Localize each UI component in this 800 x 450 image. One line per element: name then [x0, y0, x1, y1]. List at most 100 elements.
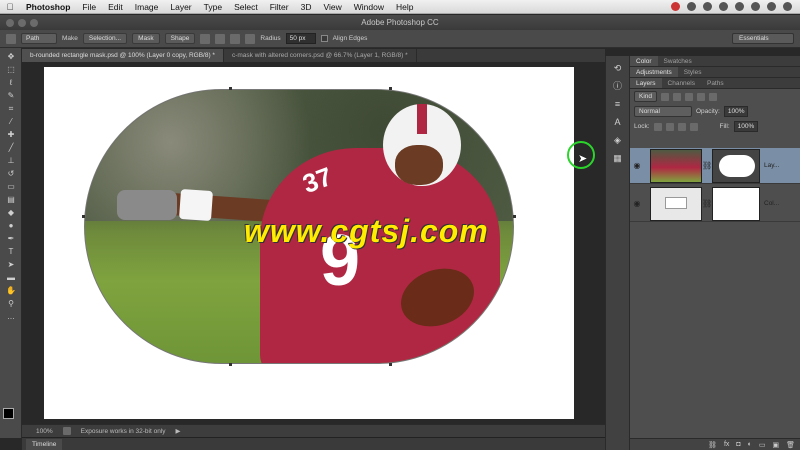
path-alignment-icon[interactable] — [215, 33, 226, 44]
vector-mask-thumbnail[interactable] — [712, 148, 760, 183]
blend-mode-dropdown[interactable]: Normal — [634, 106, 692, 117]
dodge-tool-icon[interactable]: ● — [4, 221, 18, 230]
menu-filter[interactable]: Filter — [264, 2, 295, 12]
shape-button[interactable]: Shape — [164, 33, 196, 44]
add-mask-icon[interactable]: ◘ — [736, 441, 740, 448]
zoom-tool-icon[interactable]: ⚲ — [4, 299, 18, 308]
align-edges-checkbox[interactable] — [320, 35, 328, 42]
menu-layer[interactable]: Layer — [164, 2, 197, 12]
path-anchor[interactable] — [229, 87, 232, 90]
layer-name[interactable]: Lay... — [764, 162, 779, 169]
document-workspace[interactable]: 37 9 www.cgtsj.com ➤ — [22, 62, 605, 424]
new-group-icon[interactable]: ▭ — [759, 441, 766, 449]
menu-view[interactable]: View — [317, 2, 347, 12]
menu-type[interactable]: Type — [198, 2, 228, 12]
tab-paths[interactable]: Paths — [701, 78, 730, 88]
mask-button[interactable]: Mask — [132, 33, 160, 44]
record-icon[interactable] — [671, 2, 680, 11]
menu-photoshop[interactable]: Photoshop — [20, 2, 76, 12]
path-arrangement-icon[interactable] — [230, 33, 241, 44]
eraser-tool-icon[interactable]: ▭ — [4, 182, 18, 191]
layer-style-icon[interactable]: fx — [724, 441, 729, 448]
clock-icon[interactable] — [703, 2, 712, 11]
filter-smart-object-icon[interactable] — [709, 92, 718, 101]
lock-image-icon[interactable] — [665, 122, 674, 131]
document-canvas[interactable]: 37 9 www.cgtsj.com — [44, 67, 574, 419]
menu-edit[interactable]: Edit — [102, 2, 129, 12]
character-icon[interactable]: A — [611, 116, 625, 128]
move-tool-icon[interactable]: ✥ — [4, 52, 18, 61]
new-layer-icon[interactable]: ▣ — [772, 441, 779, 449]
lock-all-icon[interactable] — [689, 122, 698, 131]
layer-row[interactable]: ◉ ⛓ Lay... — [630, 148, 800, 184]
radius-input[interactable]: 50 px — [285, 33, 316, 44]
blur-tool-icon[interactable]: ◆ — [4, 208, 18, 217]
brush-tool-icon[interactable]: ╱ — [4, 143, 18, 152]
path-select-tool-icon[interactable]: ➤ — [4, 260, 18, 269]
layer-row[interactable]: ◉ ⛓ Col... — [630, 186, 800, 222]
tab-styles[interactable]: Styles — [678, 67, 708, 77]
color-swatches[interactable] — [3, 408, 19, 424]
tab-color[interactable]: Color — [630, 56, 658, 66]
path-anchor[interactable] — [82, 215, 85, 218]
apple-menu-icon[interactable]:  — [0, 2, 20, 12]
fill-input[interactable]: 100% — [733, 121, 758, 132]
menu-select[interactable]: Select — [228, 2, 264, 12]
lock-transparent-icon[interactable] — [653, 122, 662, 131]
path-anchor[interactable] — [389, 363, 392, 366]
properties-icon[interactable]: ⓘ — [611, 80, 625, 92]
bluetooth-icon[interactable] — [719, 2, 728, 11]
visibility-eye-icon[interactable]: ◉ — [630, 199, 644, 208]
status-menu-arrow-icon[interactable]: ▶ — [176, 427, 181, 435]
type-tool-icon[interactable]: T — [4, 247, 18, 256]
history-brush-tool-icon[interactable]: ↺ — [4, 169, 18, 178]
filter-type-icon[interactable] — [685, 92, 694, 101]
menu-window[interactable]: Window — [348, 2, 390, 12]
menu-image[interactable]: Image — [129, 2, 165, 12]
menu-file[interactable]: File — [76, 2, 102, 12]
chain-link-icon[interactable]: ⛓ — [702, 199, 712, 208]
tab-layers[interactable]: Layers — [630, 78, 662, 88]
eyedropper-tool-icon[interactable]: ⁄ — [4, 117, 18, 126]
tool-mode-dropdown[interactable]: Path — [21, 33, 57, 44]
lock-position-icon[interactable] — [677, 122, 686, 131]
clone-stamp-tool-icon[interactable]: ⊥ — [4, 156, 18, 165]
path-anchor[interactable] — [513, 215, 516, 218]
tab-channels[interactable]: Channels — [662, 78, 701, 88]
sync-icon[interactable] — [687, 2, 696, 11]
filter-shape-icon[interactable] — [697, 92, 706, 101]
selection-button[interactable]: Selection... — [82, 33, 128, 44]
history-icon[interactable]: ⟲ — [611, 62, 625, 74]
foreground-color-swatch[interactable] — [3, 408, 14, 419]
layer-mask-thumbnail[interactable] — [712, 186, 760, 221]
layer-filter-kind-dropdown[interactable]: Kind — [634, 91, 658, 102]
timeline-icon[interactable]: ▦ — [611, 152, 625, 164]
path-operations-icon[interactable] — [200, 33, 211, 44]
crop-tool-icon[interactable]: ⌗ — [4, 104, 18, 113]
marquee-tool-icon[interactable]: ⬚ — [4, 65, 18, 74]
menu-help[interactable]: Help — [390, 2, 419, 12]
quick-select-tool-icon[interactable]: ✎ — [4, 91, 18, 100]
list-icon[interactable] — [783, 2, 792, 11]
wifi-icon[interactable] — [735, 2, 744, 11]
gear-icon[interactable] — [245, 33, 256, 44]
tab-mask-altered-corners[interactable]: c-mask with altered corners.psd @ 66.7% … — [224, 49, 417, 62]
brush-presets-icon[interactable]: ≡ — [611, 98, 625, 110]
hand-tool-icon[interactable]: ✋ — [4, 286, 18, 295]
healing-tool-icon[interactable]: ✚ — [4, 130, 18, 139]
menu-3d[interactable]: 3D — [295, 2, 318, 12]
tab-adjustments[interactable]: Adjustments — [630, 67, 678, 77]
tool-preset-icon[interactable] — [6, 33, 16, 44]
gradient-tool-icon[interactable]: ▤ — [4, 195, 18, 204]
layer-name[interactable]: Col... — [764, 200, 779, 207]
3d-icon[interactable]: ◈ — [611, 134, 625, 146]
filter-adjustment-icon[interactable] — [673, 92, 682, 101]
status-options-icon[interactable] — [62, 427, 71, 435]
volume-icon[interactable] — [751, 2, 760, 11]
shape-tool-icon[interactable]: ▬ — [4, 273, 18, 282]
opacity-input[interactable]: 100% — [723, 106, 748, 117]
tab-rounded-rectangle-mask[interactable]: b-rounded rectangle mask.psd @ 100% (Lay… — [22, 49, 224, 62]
link-layers-icon[interactable]: ⛓ — [708, 441, 717, 449]
zoom-level[interactable]: 100% — [36, 428, 53, 435]
edit-toolbar-icon[interactable]: … — [4, 312, 18, 321]
